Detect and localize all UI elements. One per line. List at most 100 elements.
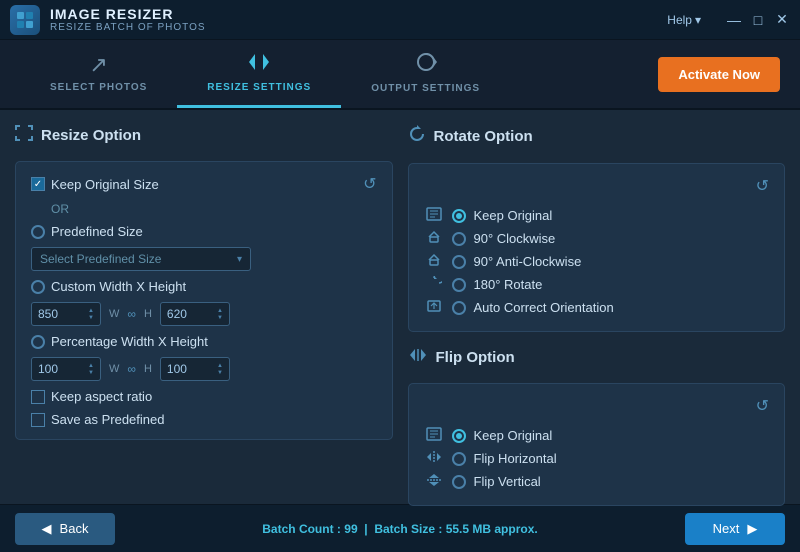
height-up-arrow[interactable]: ▲ — [217, 308, 223, 314]
save-predefined-check[interactable]: Save as Predefined — [31, 412, 164, 427]
flip-horizontal-radio[interactable] — [452, 452, 466, 466]
rotate-auto-radio[interactable] — [452, 301, 466, 315]
flip-vertical-radio[interactable] — [452, 475, 466, 489]
predefined-size-select[interactable]: Select Predefined Size ▾ — [31, 247, 251, 271]
activate-now-button[interactable]: Activate Now — [658, 57, 780, 92]
flip-keep-original-radio[interactable] — [452, 429, 466, 443]
rotate-90acw-radio[interactable] — [452, 255, 466, 269]
next-button[interactable]: Next ▶ — [685, 513, 785, 545]
percentage-wh-radio[interactable] — [31, 335, 45, 349]
width-down-arrow[interactable]: ▼ — [88, 315, 94, 321]
height-down-arrow[interactable]: ▼ — [217, 315, 223, 321]
percent-height-value: 100 — [167, 362, 187, 376]
pct-height-down[interactable]: ▼ — [217, 370, 223, 376]
pct-width-up[interactable]: ▲ — [88, 363, 94, 369]
width-input[interactable]: 850 ▲ ▼ — [31, 302, 101, 326]
custom-wh-radio-row[interactable]: Custom Width X Height — [31, 279, 186, 294]
rotate-90acw-label: 90° Anti-Clockwise — [474, 254, 582, 269]
back-button[interactable]: ◀ Back — [15, 513, 115, 545]
flip-section-title: Flip Option — [408, 347, 786, 368]
rotate-180-radio[interactable] — [452, 278, 466, 292]
rotate-180-label: 180° Rotate — [474, 277, 543, 292]
app-name: IMAGE RESIZER — [50, 6, 206, 22]
rotate-section-title: Rotate Option — [408, 125, 786, 148]
rotate-90cw-radio[interactable] — [452, 232, 466, 246]
flip-header-row: ↺ — [424, 396, 770, 416]
pct-width-down[interactable]: ▼ — [88, 370, 94, 376]
tab-resize-settings[interactable]: RESIZE SETTINGS — [177, 40, 341, 108]
rotate-keep-original-item[interactable]: Keep Original — [424, 204, 770, 227]
pct-height-up[interactable]: ▲ — [217, 363, 223, 369]
percent-height-input[interactable]: 100 ▲ ▼ — [160, 357, 230, 381]
percentage-wh-radio-row[interactable]: Percentage Width X Height — [31, 334, 208, 349]
width-spinner[interactable]: ▲ ▼ — [88, 308, 94, 321]
percent-width-value: 100 — [38, 362, 58, 376]
rotate-180-item[interactable]: 180° Rotate — [424, 273, 770, 296]
rotate-90cw-icon — [424, 230, 444, 247]
height-label: H — [144, 308, 152, 320]
flip-keep-original-item[interactable]: Keep Original — [424, 424, 770, 447]
batch-separator: | — [364, 522, 367, 536]
custom-wh-label: Custom Width X Height — [51, 279, 186, 294]
tab-output-settings[interactable]: OUTPUT SETTINGS — [341, 40, 510, 108]
rotate-reset-button[interactable]: ↺ — [756, 176, 769, 196]
keep-original-size-checkbox[interactable] — [31, 177, 45, 191]
title-bar: IMAGE RESIZER RESIZE BATCH OF PHOTOS Hel… — [0, 0, 800, 40]
rotate-180-icon — [424, 276, 444, 293]
pct-height-spinner[interactable]: ▲ ▼ — [217, 363, 223, 376]
width-up-arrow[interactable]: ▲ — [88, 308, 94, 314]
predefined-size-radio-row[interactable]: Predefined Size — [31, 224, 143, 239]
custom-wh-inputs-row: 850 ▲ ▼ W ∞ H 620 ▲ ▼ — [31, 302, 377, 326]
predefined-size-radio[interactable] — [31, 225, 45, 239]
title-bar-controls: Help ▾ — □ ✕ — [667, 12, 790, 28]
flip-horizontal-item[interactable]: Flip Horizontal — [424, 447, 770, 470]
back-chevron-icon: ◀ — [42, 521, 52, 537]
close-button[interactable]: ✕ — [774, 12, 790, 28]
resize-panel: Resize Option Keep Original Size ↺ OR Pr… — [15, 125, 393, 489]
app-logo — [10, 5, 40, 35]
select-photos-icon: ↗ — [89, 52, 107, 78]
save-predefined-row: Save as Predefined — [31, 412, 377, 427]
tab-bar: ↗ SELECT PHOTOS RESIZE SETTINGS OUTPUT S… — [0, 40, 800, 110]
tab-select-photos-label: SELECT PHOTOS — [50, 82, 147, 93]
rotate-keep-original-radio[interactable] — [452, 209, 466, 223]
flip-vertical-label: Flip Vertical — [474, 474, 541, 489]
flip-vertical-icon — [424, 473, 444, 490]
chain-icon-1: ∞ — [127, 307, 136, 321]
save-predefined-label: Save as Predefined — [51, 412, 164, 427]
rotate-90acw-item[interactable]: 90° Anti-Clockwise — [424, 250, 770, 273]
flip-keep-original-icon — [424, 427, 444, 444]
next-chevron-icon: ▶ — [747, 521, 757, 537]
rotate-title-text: Rotate Option — [434, 128, 533, 145]
keep-original-size-check[interactable]: Keep Original Size — [31, 177, 159, 192]
main-content: Resize Option Keep Original Size ↺ OR Pr… — [0, 110, 800, 504]
custom-wh-row: Custom Width X Height — [31, 279, 377, 294]
keep-aspect-ratio-check[interactable]: Keep aspect ratio — [31, 389, 152, 404]
tab-select-photos[interactable]: ↗ SELECT PHOTOS — [20, 40, 177, 108]
rotate-90cw-item[interactable]: 90° Clockwise — [424, 227, 770, 250]
rotate-header-row: ↺ — [424, 176, 770, 196]
pct-width-spinner[interactable]: ▲ ▼ — [88, 363, 94, 376]
help-button[interactable]: Help ▾ — [667, 13, 701, 27]
batch-size-label: Batch Size : — [374, 522, 442, 536]
rotate-auto-item[interactable]: Auto Correct Orientation — [424, 296, 770, 319]
pct-w-label: W — [109, 363, 119, 375]
height-input[interactable]: 620 ▲ ▼ — [160, 302, 230, 326]
width-label: W — [109, 308, 119, 320]
minimize-button[interactable]: — — [726, 12, 742, 28]
percent-width-input[interactable]: 100 ▲ ▼ — [31, 357, 101, 381]
height-value: 620 — [167, 307, 187, 321]
resize-reset-button[interactable]: ↺ — [363, 174, 376, 194]
save-predefined-checkbox[interactable] — [31, 413, 45, 427]
rotate-90cw-label: 90° Clockwise — [474, 231, 556, 246]
or-text: OR — [51, 202, 69, 216]
maximize-button[interactable]: □ — [750, 12, 766, 28]
height-spinner[interactable]: ▲ ▼ — [217, 308, 223, 321]
flip-horizontal-icon — [424, 450, 444, 467]
flip-reset-button[interactable]: ↺ — [756, 396, 769, 416]
rotate-auto-icon — [424, 299, 444, 316]
keep-aspect-ratio-checkbox[interactable] — [31, 390, 45, 404]
custom-wh-radio[interactable] — [31, 280, 45, 294]
flip-vertical-item[interactable]: Flip Vertical — [424, 470, 770, 493]
batch-count-label: Batch Count : — [262, 522, 341, 536]
